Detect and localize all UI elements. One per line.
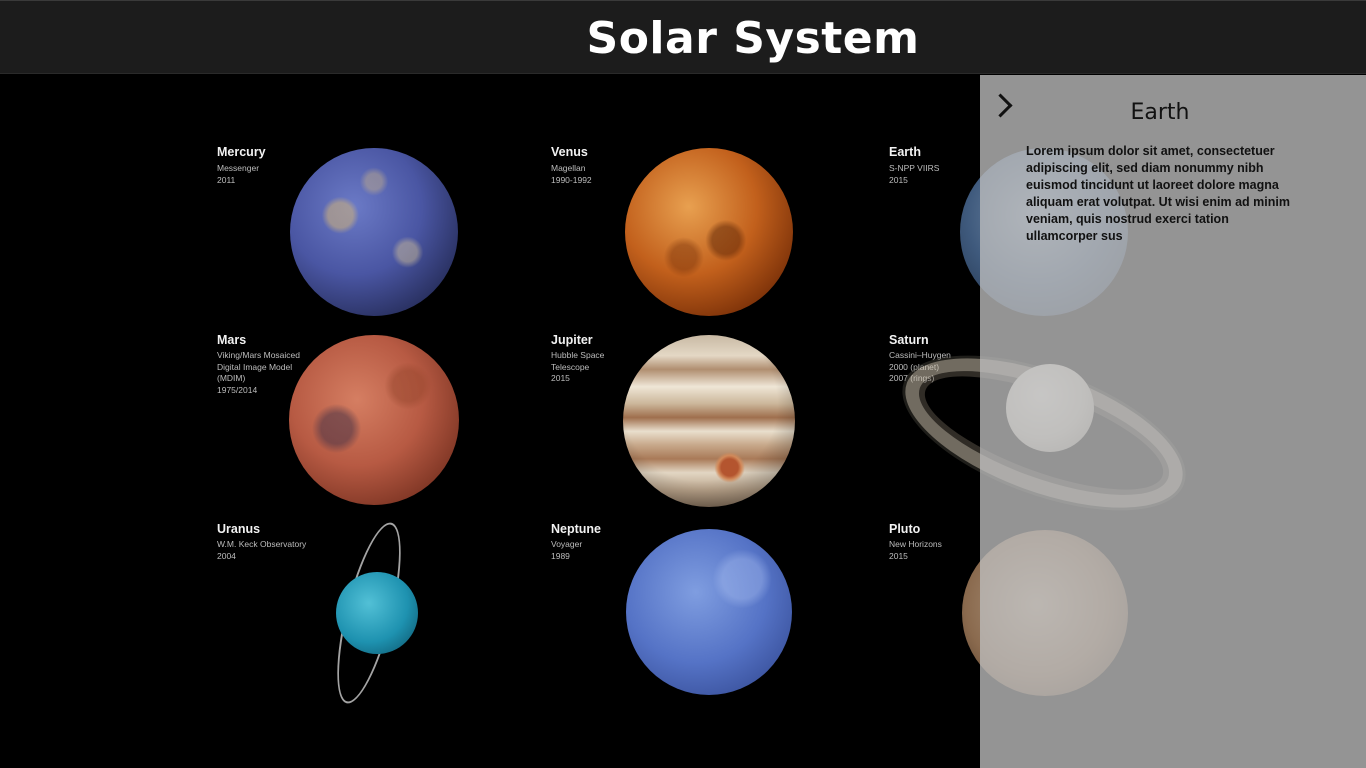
planet-name: Uranus	[217, 522, 261, 536]
planet-name: Venus	[551, 145, 588, 159]
planet-name: Earth	[889, 145, 921, 159]
page-title: Solar System	[586, 13, 920, 64]
planet-info: Magellan 1990-1992	[551, 163, 592, 185]
planet-name: Mercury	[217, 145, 266, 159]
planet-name: Mars	[217, 333, 247, 347]
jupiter-image	[623, 335, 795, 507]
planet-info: Messenger 2011	[217, 163, 260, 185]
neptune-image	[626, 529, 792, 695]
planet-info: W.M. Keck Observatory 2004	[217, 539, 307, 561]
app-header: Solar System	[0, 0, 1366, 74]
planet-name: Jupiter	[551, 333, 593, 347]
planet-info: S-NPP VIIRS 2015	[889, 163, 940, 185]
mars-image	[289, 335, 459, 505]
planet-name: Neptune	[551, 522, 601, 536]
planet-info: New Horizons 2015	[889, 539, 942, 561]
uranus-image	[336, 572, 418, 654]
planet-name: Pluto	[889, 522, 921, 536]
mercury-image	[290, 148, 458, 316]
planet-info: Voyager 1989	[551, 539, 583, 561]
detail-panel-title: Earth	[1130, 100, 1190, 125]
detail-panel-description: Lorem ipsum dolor sit amet, consectetuer…	[1026, 144, 1290, 243]
planet-name: Saturn	[889, 333, 929, 347]
detail-panel: Earth Lorem ipsum dolor sit amet, consec…	[980, 75, 1366, 768]
venus-image	[625, 148, 793, 316]
